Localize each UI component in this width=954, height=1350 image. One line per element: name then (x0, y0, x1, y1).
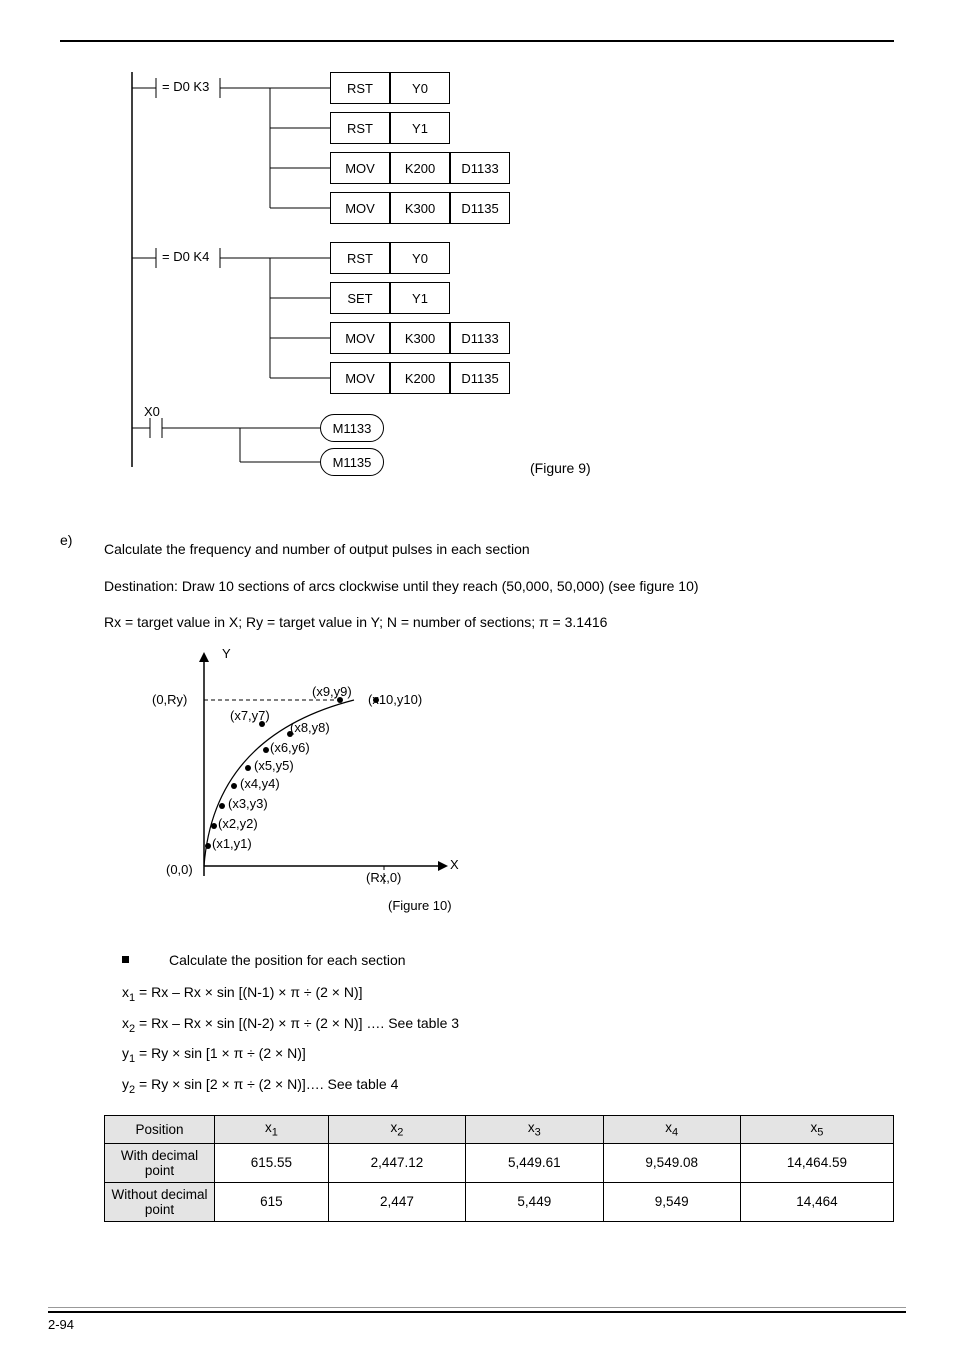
op-d1135: D1135 (450, 362, 510, 394)
cell: 615.55 (215, 1143, 329, 1182)
ladder-diagram: = D0 K3 = D0 K4 X0 RST Y0 RST Y1 MOV K20… (130, 72, 894, 512)
instr-set: SET (330, 282, 390, 314)
op-d1135: D1135 (450, 192, 510, 224)
e-line3: Rx = target value in X; Ry = target valu… (104, 609, 894, 636)
op-d1133: D1133 (450, 322, 510, 354)
pt-rx0: (Rx,0) (366, 870, 401, 885)
x0-label: X0 (144, 404, 160, 419)
instr-mov: MOV (330, 362, 390, 394)
page: = D0 K3 = D0 K4 X0 RST Y0 RST Y1 MOV K20… (0, 0, 954, 1350)
coil-m1135: M1135 (320, 448, 384, 476)
instr-mov: MOV (330, 192, 390, 224)
cond-d0k3: = D0 K3 (162, 79, 209, 94)
pt-x7y7: (x7,y7) (230, 708, 270, 723)
axis-y-label: Y (222, 646, 231, 661)
cell: 615 (215, 1182, 329, 1221)
cell: 5,449.61 (466, 1143, 603, 1182)
op-y1: Y1 (390, 112, 450, 144)
instr-rst: RST (330, 72, 390, 104)
th-x3: x3 (466, 1115, 603, 1143)
pt-x6y6: (x6,y6) (270, 740, 310, 755)
pt-x1y1: (x1,y1) (212, 836, 252, 851)
top-rule (60, 40, 894, 42)
page-footer: 2-94 (48, 1307, 906, 1332)
instr-rst: RST (330, 112, 390, 144)
op-k200: K200 (390, 152, 450, 184)
op-k300: K300 (390, 192, 450, 224)
cell: 5,449 (466, 1182, 603, 1221)
bullet-icon (122, 956, 129, 963)
table-row: With decimal point 615.55 2,447.12 5,449… (105, 1143, 894, 1182)
pt-x10y10: (x10,y10) (368, 692, 422, 707)
cell: 14,464 (740, 1182, 893, 1221)
op-y1: Y1 (390, 282, 450, 314)
figure-9-caption: (Figure 9) (530, 460, 591, 476)
op-k200: K200 (390, 362, 450, 394)
table-row: Without decimal point 615 2,447 5,449 9,… (105, 1182, 894, 1221)
th-x2: x2 (328, 1115, 465, 1143)
th-position: Position (105, 1115, 215, 1143)
th-x5: x5 (740, 1115, 893, 1143)
pt-00: (0,0) (166, 862, 193, 877)
cell: 9,549 (603, 1182, 740, 1221)
op-y0: Y0 (390, 72, 450, 104)
formula-2: x2 = Rx – Rx × sin [(N-2) × π ÷ (2 × N)]… (122, 1009, 894, 1040)
axis-x-label: X (450, 857, 459, 872)
op-k300: K300 (390, 322, 450, 354)
figure-10-caption: (Figure 10) (388, 898, 452, 913)
cell: 14,464.59 (740, 1143, 893, 1182)
formula-3: y1 = Ry × sin [1 × π ÷ (2 × N)] (122, 1039, 894, 1070)
pt-x4y4: (x4,y4) (240, 776, 280, 791)
e-line1: Calculate the frequency and number of ou… (104, 536, 894, 563)
item-e-letter: e) (60, 532, 80, 1222)
footer-rule (48, 1307, 906, 1313)
formula-4: y2 = Ry × sin [2 × π ÷ (2 × N)]…. See ta… (122, 1070, 894, 1101)
page-number: 2-94 (48, 1317, 906, 1332)
th-x4: x4 (603, 1115, 740, 1143)
formula-1: x1 = Rx – Rx × sin [(N-1) × π ÷ (2 × N)] (122, 978, 894, 1009)
pt-0-ry: (0,Ry) (152, 692, 187, 707)
cond-d0k4: = D0 K4 (162, 249, 209, 264)
row-with-decimal: With decimal point (105, 1143, 215, 1182)
cell: 2,447.12 (328, 1143, 465, 1182)
row-without-decimal: Without decimal point (105, 1182, 215, 1221)
coil-m1133: M1133 (320, 414, 384, 442)
instr-mov: MOV (330, 322, 390, 354)
cell: 2,447 (328, 1182, 465, 1221)
th-x1: x1 (215, 1115, 329, 1143)
instr-mov: MOV (330, 152, 390, 184)
e-line2: Destination: Draw 10 sections of arcs cl… (104, 573, 894, 600)
pt-x9y9: (x9,y9) (312, 684, 352, 699)
position-table: Position x1 x2 x3 x4 x5 With decimal poi… (104, 1115, 894, 1222)
bullet-text: Calculate the position for each section (169, 946, 406, 974)
pt-x3y3: (x3,y3) (228, 796, 268, 811)
pt-x2y2: (x2,y2) (218, 816, 258, 831)
pt-x5y5: (x5,y5) (254, 758, 294, 773)
instr-rst: RST (330, 242, 390, 274)
formula-block: Calculate the position for each section … (122, 946, 894, 1101)
cell: 9,549.08 (603, 1143, 740, 1182)
op-d1133: D1133 (450, 152, 510, 184)
pt-x8y8: (x8,y8) (290, 720, 330, 735)
figure-10: Y X (0,Ry) (x9,y9) (x10,y10) (x7,y7) (x8… (144, 646, 504, 936)
op-y0: Y0 (390, 242, 450, 274)
